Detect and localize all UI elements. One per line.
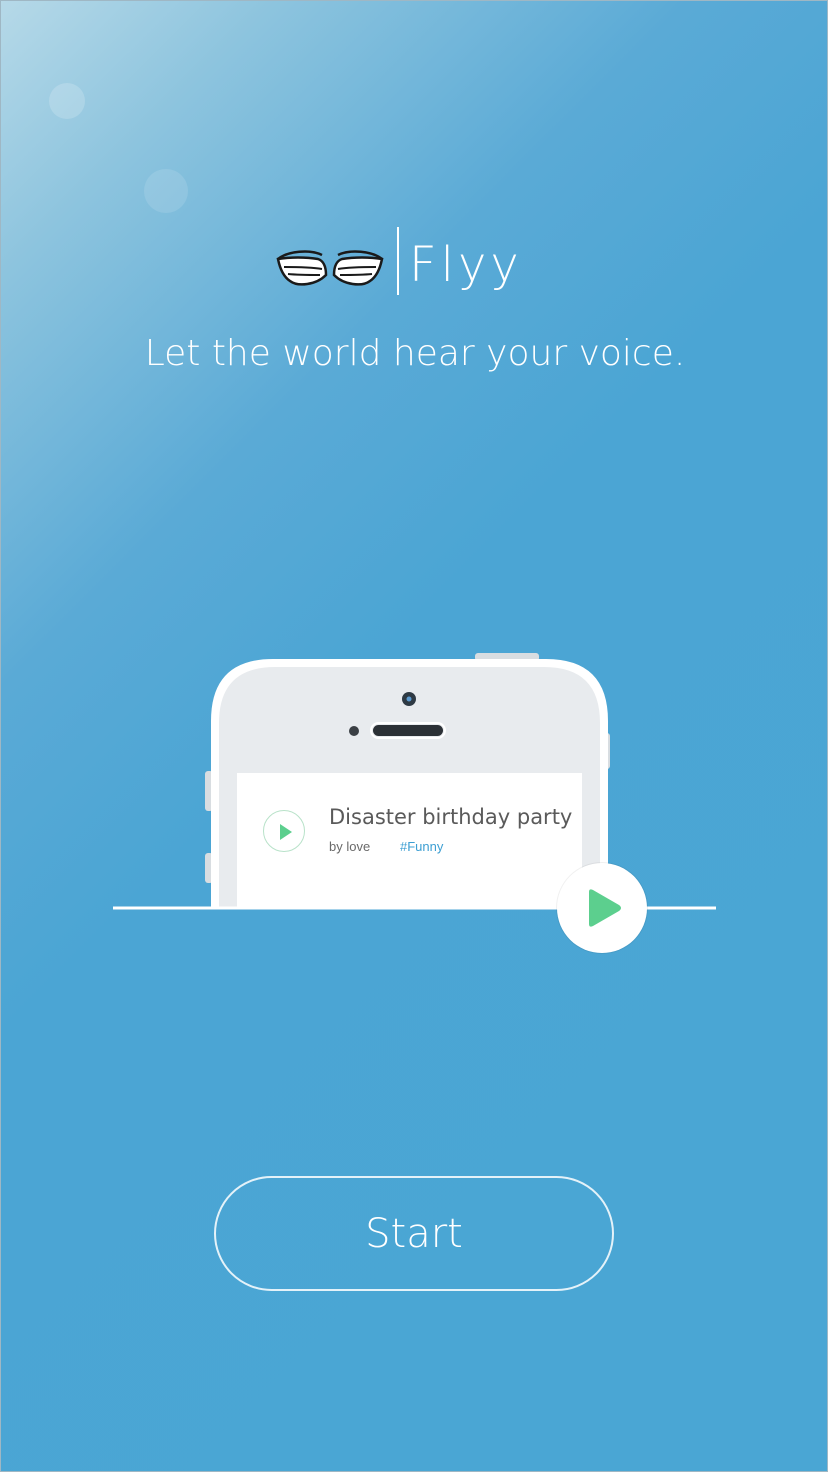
tagline: Let the world hear your voice. <box>144 333 686 374</box>
app-logo: Flyy <box>276 227 536 297</box>
play-icon <box>589 889 621 927</box>
logo-divider <box>397 227 399 295</box>
voice-post-card[interactable]: Disaster birthday party by love #Funny <box>237 773 582 908</box>
decorative-bubble <box>49 83 85 119</box>
post-tag[interactable]: #Funny <box>400 839 443 854</box>
big-play-button[interactable] <box>557 863 647 953</box>
app-name: Flyy <box>409 237 523 293</box>
post-author: by love <box>329 839 371 854</box>
play-icon <box>280 824 292 840</box>
card-play-button[interactable] <box>263 810 305 852</box>
wings-icon <box>276 250 384 286</box>
phone-illustration: Disaster birthday party by love #Funny <box>1 649 827 969</box>
start-button[interactable]: Start <box>214 1176 614 1291</box>
post-title: Disaster birthday party <box>329 805 573 829</box>
decorative-bubble <box>144 169 188 213</box>
onboarding-screen: Flyy Let the world hear your voice. Disa… <box>0 0 828 1472</box>
